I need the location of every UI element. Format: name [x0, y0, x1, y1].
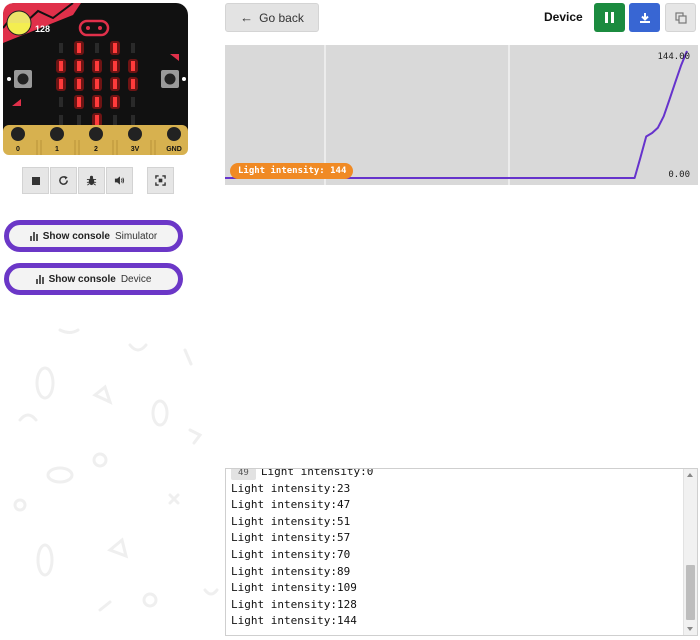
restart-icon	[59, 175, 68, 185]
stop-button[interactable]	[22, 167, 49, 194]
led-off	[59, 43, 63, 53]
led-off	[131, 115, 135, 125]
led-on	[59, 61, 63, 71]
chart-y-min: 0.00	[668, 170, 690, 180]
led-on	[131, 79, 135, 89]
chart-series-line	[225, 50, 688, 179]
console-line: Light intensity:57	[231, 531, 351, 545]
show-console-simulator-button[interactable]: Show console Simulator	[4, 220, 183, 252]
light-level-value: 128	[35, 24, 50, 34]
debug-icon	[86, 175, 97, 186]
console-line: Light intensity:51	[231, 514, 351, 528]
simulator-controls	[22, 167, 174, 194]
console-target-label: Device	[120, 273, 152, 285]
console-line-first: 49 Light intensity:0	[231, 468, 374, 481]
led-on	[95, 79, 99, 89]
copy-button[interactable]	[665, 3, 696, 32]
led-off	[113, 115, 117, 125]
led-off	[59, 97, 63, 107]
led-off	[131, 97, 135, 107]
led-on	[95, 61, 99, 71]
show-console-label: Show console	[42, 230, 110, 242]
led-on	[95, 115, 99, 125]
fullscreen-button[interactable]	[147, 167, 174, 194]
microbit-simulator[interactable]: 128 0 1 2 3V GND	[3, 3, 188, 155]
console-line: Light intensity:47	[231, 498, 351, 512]
light-level-indicator[interactable]	[6, 10, 32, 36]
console-line: Light intensity:23	[231, 481, 351, 495]
led-on	[113, 43, 117, 53]
stop-icon	[31, 176, 40, 185]
console-line: Light intensity:144	[231, 614, 357, 628]
console-line-text: Light intensity:0	[260, 468, 374, 478]
download-icon	[639, 12, 650, 23]
show-console-device-button[interactable]: Show console Device	[4, 263, 183, 295]
mute-icon	[114, 176, 125, 185]
console-target-label: Simulator	[114, 230, 158, 242]
console-line: Light intensity:89	[231, 564, 351, 578]
show-console-label: Show console	[48, 273, 116, 285]
scroll-up-arrow-icon[interactable]	[687, 473, 693, 477]
pause-icon	[605, 12, 614, 23]
copy-icon	[674, 11, 687, 24]
led-on	[131, 61, 135, 71]
console-output: 49 Light intensity:0 Light intensity:23 Li…	[231, 468, 374, 630]
led-off	[95, 43, 99, 53]
svg-text:0: 0	[16, 146, 20, 153]
chart-grid	[324, 45, 510, 185]
debug-button[interactable]	[78, 167, 105, 194]
console-line: Light intensity:70	[231, 547, 351, 561]
go-back-label: Go back	[259, 10, 304, 25]
svg-text:3V: 3V	[131, 146, 140, 153]
led-on	[113, 97, 117, 107]
led-on	[95, 97, 99, 107]
pause-button[interactable]	[594, 3, 625, 32]
led-on	[59, 79, 63, 89]
download-button[interactable]	[629, 3, 660, 32]
page-title: Device	[544, 10, 583, 24]
svg-text:2: 2	[94, 146, 98, 153]
chart-series-label: Light intensity: 144	[230, 163, 354, 179]
console-scrollbar[interactable]	[683, 469, 697, 635]
led-on	[113, 61, 117, 71]
chart-y-max: 144.00	[657, 52, 690, 62]
arrow-left-icon: ←	[240, 10, 254, 25]
repeat-count-badge: 49	[231, 469, 256, 480]
restart-button[interactable]	[50, 167, 77, 194]
svg-text:1: 1	[55, 146, 59, 153]
go-back-button[interactable]: ← Go back	[225, 3, 319, 32]
serial-chart: 144.00 0.00 Light intensity: 144	[225, 45, 698, 185]
led-off	[77, 115, 81, 125]
mute-button[interactable]	[106, 167, 133, 194]
scroll-thumb[interactable]	[686, 565, 695, 620]
led-off	[59, 115, 63, 125]
console-line: Light intensity:109	[231, 581, 357, 595]
led-on	[77, 79, 81, 89]
led-on	[113, 79, 117, 89]
scroll-down-arrow-icon[interactable]	[687, 627, 693, 631]
led-on	[77, 97, 81, 107]
pin-gnd[interactable]: GND	[165, 125, 183, 153]
bar-chart-icon	[29, 231, 38, 241]
bar-chart-icon	[35, 274, 44, 284]
fullscreen-icon	[155, 175, 166, 186]
led-on	[77, 61, 81, 71]
led-on	[77, 43, 81, 53]
svg-text:GND: GND	[166, 146, 182, 153]
serial-console[interactable]: 49 Light intensity:0 Light intensity:23 Li…	[225, 468, 698, 636]
led-off	[131, 43, 135, 53]
console-line: Light intensity:128	[231, 597, 357, 611]
